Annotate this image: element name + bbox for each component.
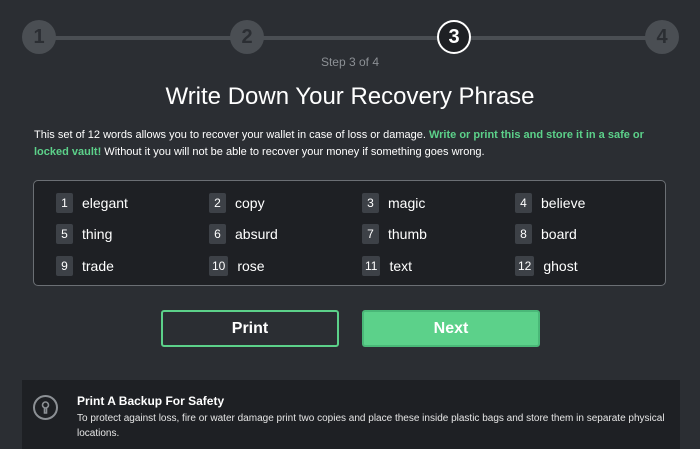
- word-text: thing: [82, 226, 113, 242]
- word-number: 7: [362, 224, 379, 244]
- backup-info-panel: Print A Backup For Safety To protect aga…: [22, 380, 680, 449]
- word-number: 6: [209, 224, 226, 244]
- word-item: 1 elegant: [56, 193, 128, 213]
- word-number: 2: [209, 193, 226, 213]
- word-text: thumb: [388, 226, 427, 242]
- description-text-end: Without it you will not be able to recov…: [101, 146, 485, 158]
- word-text: rose: [237, 258, 265, 274]
- word-item: 6 absurd: [209, 224, 278, 244]
- word-number: 10: [209, 256, 229, 276]
- word-text: text: [389, 258, 413, 274]
- word-number: 11: [362, 256, 381, 276]
- word-item: 12 ghost: [515, 256, 578, 276]
- word-item: 10 rose: [209, 256, 265, 276]
- description: This set of 12 words allows you to recov…: [34, 127, 664, 161]
- step-1-circle: 1: [22, 20, 56, 54]
- word-item: 8 board: [515, 224, 577, 244]
- word-item: 9 trade: [56, 256, 114, 276]
- step-caption: Step 3 of 4: [320, 55, 380, 69]
- step-3-circle: 3: [437, 20, 471, 54]
- word-text: absurd: [235, 226, 278, 242]
- word-text: believe: [541, 195, 586, 211]
- backup-text: To protect against loss, fire or water d…: [77, 413, 665, 439]
- word-number: 1: [56, 193, 73, 213]
- description-text: This set of 12 words allows you to recov…: [34, 129, 429, 141]
- word-number: 9: [56, 256, 73, 276]
- recovery-phrase-page: 1 2 3 4 Step 3 of 4 Write Down Your Reco…: [0, 0, 700, 449]
- word-text: elegant: [82, 195, 128, 211]
- word-item: 7 thumb: [362, 224, 427, 244]
- word-number: 8: [515, 224, 532, 244]
- step-connector: [454, 36, 662, 40]
- next-button[interactable]: Next: [362, 310, 540, 347]
- word-text: trade: [82, 258, 114, 274]
- step-4-circle: 4: [645, 20, 679, 54]
- step-connector: [40, 36, 248, 40]
- print-button[interactable]: Print: [161, 310, 339, 347]
- progress-stepper: 1 2 3 4 Step 3 of 4: [0, 0, 700, 80]
- word-number: 3: [362, 193, 379, 213]
- word-item: 5 thing: [56, 224, 112, 244]
- word-number: 5: [56, 224, 73, 244]
- word-item: 11 text: [362, 256, 412, 276]
- word-text: copy: [235, 195, 265, 211]
- word-item: 3 magic: [362, 193, 425, 213]
- recovery-words-panel: 1 elegant 2 copy 3 magic 4 believe 5 thing 6a…: [33, 180, 666, 286]
- backup-title: Print A Backup For Safety: [77, 394, 225, 408]
- step-connector: [248, 36, 454, 40]
- step-2-circle: 2: [230, 20, 264, 54]
- word-text: magic: [388, 195, 426, 211]
- word-item: 4 believe: [515, 193, 585, 213]
- word-item: 2 copy: [209, 193, 265, 213]
- keyhole-icon: [33, 395, 58, 420]
- word-text: ghost: [543, 258, 578, 274]
- page-title: Write Down Your Recovery Phrase: [165, 83, 535, 110]
- word-number: 4: [515, 193, 532, 213]
- word-text: board: [541, 226, 577, 242]
- word-number: 12: [515, 256, 535, 276]
